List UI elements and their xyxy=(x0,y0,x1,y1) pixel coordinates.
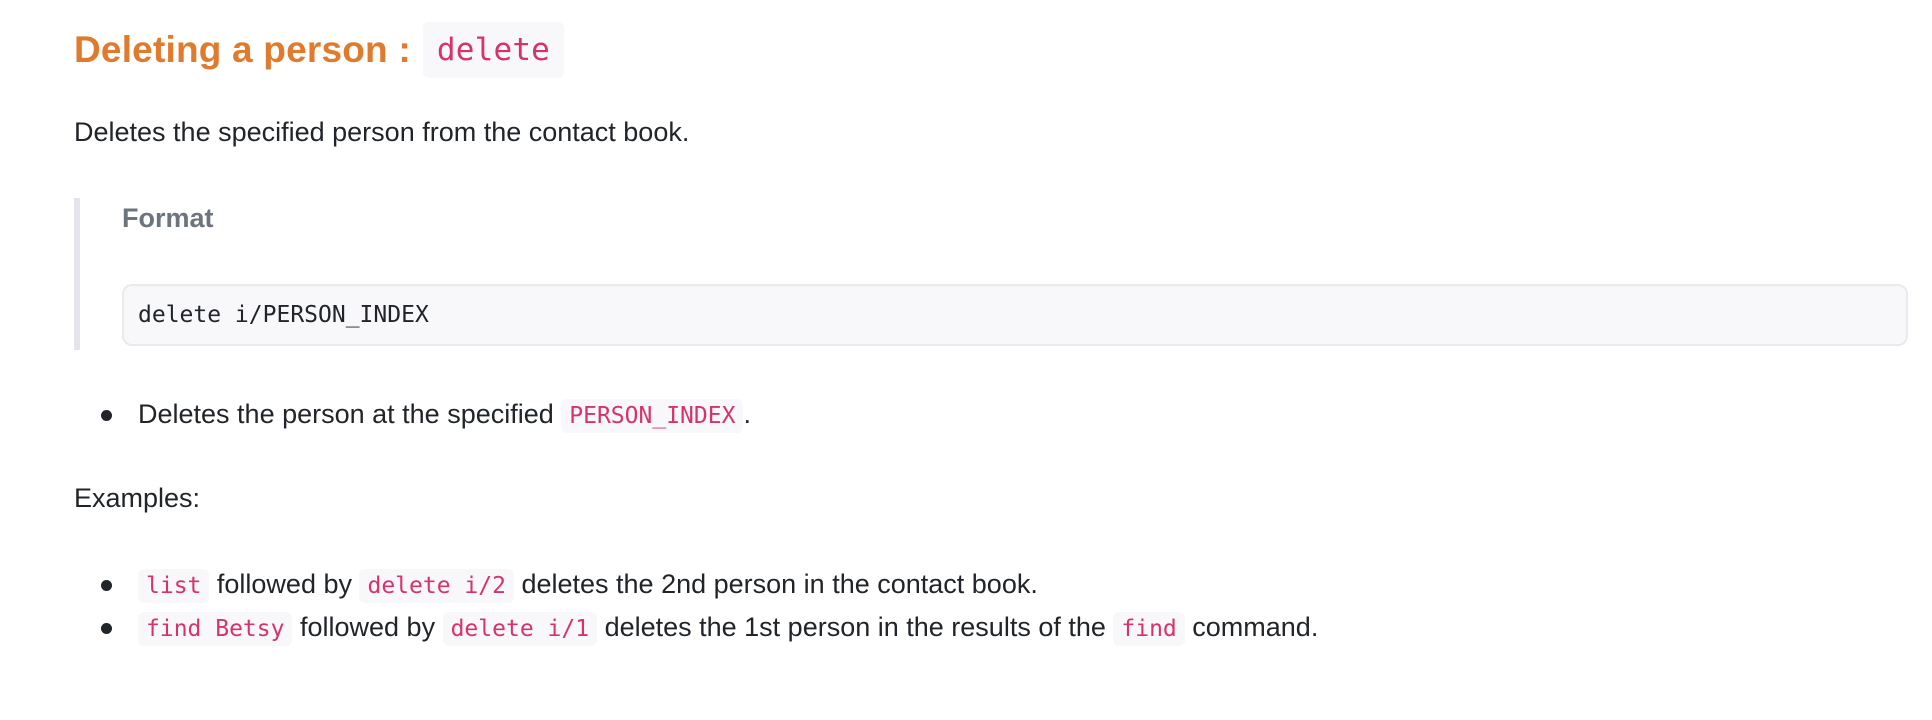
section-heading-command: delete xyxy=(422,22,565,78)
list-item: list followed by delete i/2 deletes the … xyxy=(74,564,1318,606)
inline-code: PERSON_INDEX xyxy=(561,399,744,433)
example-text: followed by xyxy=(209,569,360,599)
inline-code: list xyxy=(138,569,210,603)
inline-code: find xyxy=(1113,612,1185,646)
format-code: delete i/PERSON_INDEX xyxy=(138,302,429,328)
note-text: Deletes the person at the specified xyxy=(138,399,562,429)
list-item: find Betsy followed by delete i/1 delete… xyxy=(74,607,1318,649)
examples-list: list followed by delete i/2 deletes the … xyxy=(74,564,1318,650)
inline-code: delete i/2 xyxy=(359,569,514,603)
examples-label: Examples: xyxy=(74,483,201,513)
example-text: deletes the 2nd person in the contact bo… xyxy=(513,569,1038,599)
notes-list: Deletes the person at the specified PERS… xyxy=(74,394,751,436)
format-code-block: delete i/PERSON_INDEX xyxy=(122,284,1908,346)
list-item: Deletes the person at the specified PERS… xyxy=(74,394,751,436)
section-description: Deletes the specified person from the co… xyxy=(74,117,690,147)
example-text: command. xyxy=(1184,612,1319,642)
section-heading-text: Deleting a person : xyxy=(74,29,411,70)
format-label: Format xyxy=(122,203,214,233)
section-heading: Deleting a person : delete xyxy=(74,22,565,78)
format-blockquote: Format delete i/PERSON_INDEX xyxy=(74,198,1914,350)
note-text: . xyxy=(743,399,751,429)
example-text: deletes the 1st person in the results of… xyxy=(597,612,1114,642)
inline-code: find Betsy xyxy=(138,612,293,646)
example-text: followed by xyxy=(292,612,443,642)
inline-code: delete i/1 xyxy=(442,612,598,646)
user-guide-section: Deleting a person : delete Deletes the s… xyxy=(0,0,1932,720)
